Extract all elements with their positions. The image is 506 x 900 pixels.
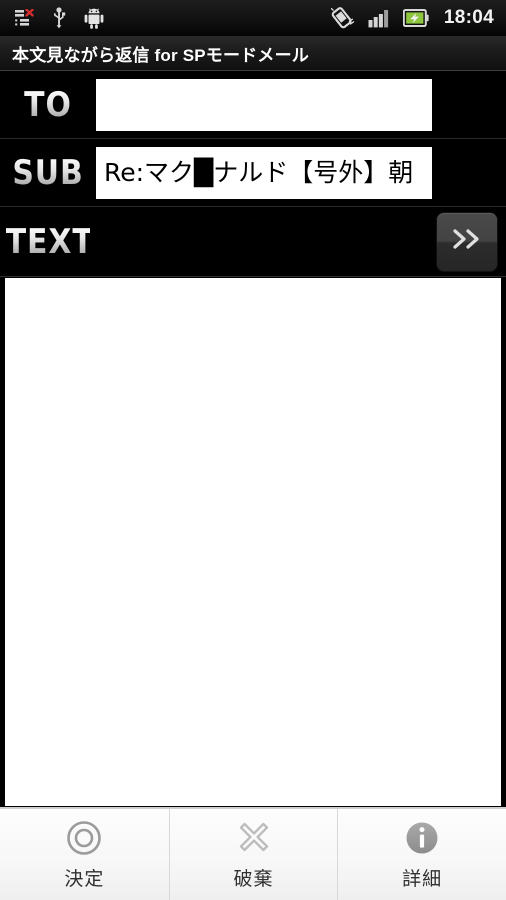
signal-strength-icon [368, 9, 390, 28]
status-bar-left-icons [14, 7, 331, 29]
subject-label: SUB [6, 156, 90, 190]
usb-icon [52, 7, 66, 29]
double-chevron-right-icon [450, 226, 484, 257]
bottom-action-bar: 決定 破棄 詳細 [0, 807, 506, 900]
page-title: 本文見ながら返信 for SPモードメール [12, 45, 309, 65]
status-bar-clock: 18:04 [443, 7, 494, 28]
confirm-button-label: 決定 [64, 867, 105, 890]
subject-input-value: Re:マク█ナルド【号外】朝 [104, 157, 414, 187]
discard-button[interactable]: 破棄 [168, 809, 338, 900]
message-body-input[interactable] [4, 277, 502, 807]
vibrate-mode-icon [330, 7, 355, 29]
subject-row: SUB Re:マク█ナルド【号外】朝 [0, 139, 506, 207]
sync-error-icon [14, 8, 34, 28]
status-bar: 18:04 [0, 0, 506, 36]
double-circle-icon [65, 819, 103, 857]
to-row: TO [0, 71, 506, 139]
android-robot-icon [84, 7, 104, 29]
app-title-bar: 本文見ながら返信 for SPモードメール [0, 36, 506, 71]
discard-button-label: 破棄 [233, 867, 274, 890]
next-button[interactable] [436, 211, 498, 272]
battery-charging-icon [402, 9, 429, 27]
message-body-text [5, 278, 501, 290]
details-button-label: 詳細 [402, 867, 443, 890]
subject-input[interactable]: Re:マク█ナルド【号外】朝 [96, 146, 432, 199]
status-bar-right-icons: 18:04 [330, 7, 496, 29]
to-input[interactable] [96, 78, 432, 131]
to-label: TO [6, 88, 90, 122]
text-label: TEXT [5, 221, 94, 262]
close-x-icon [235, 819, 273, 857]
info-icon [403, 819, 441, 857]
confirm-button[interactable]: 決定 [0, 809, 169, 900]
text-row: TEXT [0, 207, 506, 277]
app-screen: 18:04 本文見ながら返信 for SPモードメール TO SUB Re:マク… [0, 0, 506, 900]
details-button[interactable]: 詳細 [337, 809, 506, 900]
